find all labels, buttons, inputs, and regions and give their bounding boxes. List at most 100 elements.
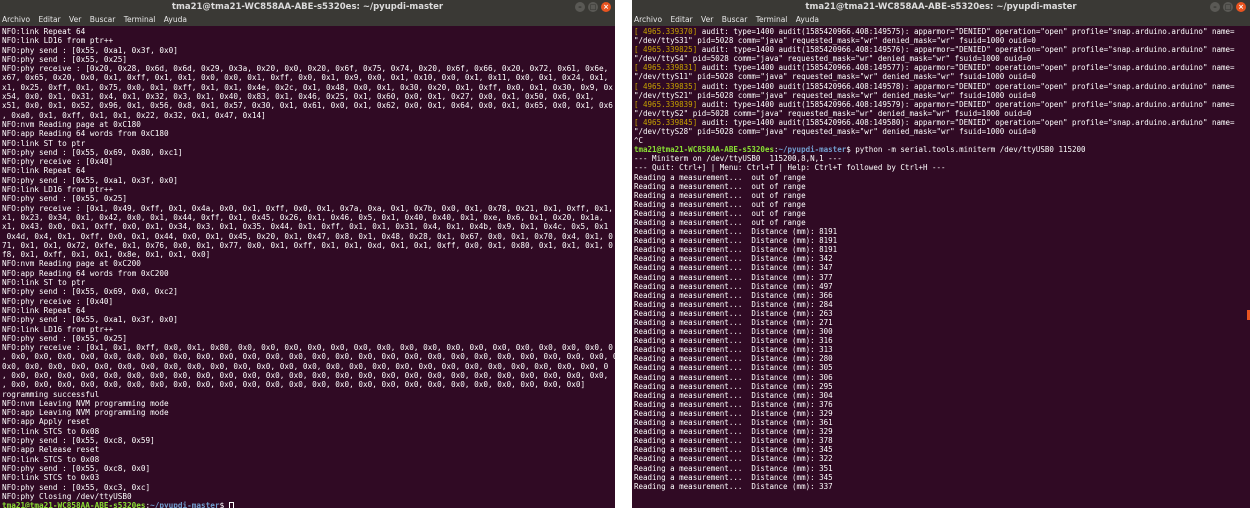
menu-ver[interactable]: Ver — [701, 15, 713, 24]
output-line: NFO:link STCS to 0x03 — [2, 473, 100, 483]
measurement-prefix: Reading a measurement... — [634, 418, 752, 428]
output-line: x1, 0x23, 0x34, 0x1, 0x42, 0x0, 0x1, 0x4… — [2, 212, 604, 222]
prompt-command: python -m serial.tools.miniterm /dev/tty… — [850, 145, 1086, 155]
measurement-prefix: Reading a measurement... — [634, 408, 752, 418]
measurement-prefix: Reading a measurement... — [634, 318, 752, 327]
close-icon[interactable]: × — [601, 2, 611, 12]
audit-text: audit: type=1400 audit(1585420966.408:14… — [697, 117, 1235, 127]
audit-text: audit: type=1400 audit(1585420966.408:14… — [697, 81, 1235, 91]
measurement-line: Reading a measurement... Distance (mm): … — [634, 318, 1250, 327]
measurement-value: Distance (mm): 306 — [751, 372, 833, 382]
measurement-prefix: Reading a measurement... — [634, 290, 752, 300]
terminal-output[interactable]: [ 4965.339370] audit: type=1400 audit(15… — [634, 27, 1250, 508]
menu-bar: Archivo Editar Ver Buscar Terminal Ayuda — [632, 14, 1250, 26]
measurement-prefix: Reading a measurement... — [634, 381, 752, 391]
maximize-icon[interactable]: □ — [588, 2, 598, 12]
menu-ver[interactable]: Ver — [69, 15, 81, 24]
measurement-value: Distance (mm): 337 — [751, 481, 833, 491]
audit-line-cont: "/dev/ttyS11" pid=5028 comm="java" reque… — [634, 72, 1036, 82]
menu-buscar[interactable]: Buscar — [722, 15, 748, 24]
measurement-prefix: Reading a measurement... — [634, 181, 752, 191]
measurement-value: Distance (mm): 304 — [751, 390, 833, 400]
measurement-line: Reading a measurement... Distance (mm): … — [634, 454, 1250, 463]
audit-line: [ 4965.339839] audit: type=1400 audit(15… — [634, 100, 1250, 109]
measurement-prefix: Reading a measurement... — [634, 399, 752, 409]
measurement-prefix: Reading a measurement... — [634, 345, 752, 355]
measurement-value: Distance (mm): 305 — [751, 363, 833, 373]
measurement-prefix: Reading a measurement... — [634, 427, 752, 437]
terminal-output[interactable]: NFO:link Repeat 64 NFO:link LD16 from ptr… — [2, 27, 615, 508]
menu-ayuda[interactable]: Ayuda — [164, 15, 187, 24]
output-line: NFO:nvm Reading page at 0xC180 — [2, 119, 141, 129]
measurement-value: Distance (mm): 284 — [751, 299, 833, 309]
output-line: NFO:nvm Reading page at 0xC200 — [2, 259, 141, 269]
minimize-icon[interactable]: – — [1210, 2, 1220, 12]
output-line: NFO:link STCS to 0x08 — [2, 426, 100, 436]
output-line: NFO:phy send : [0x55, 0xc3, 0xc] — [2, 482, 151, 492]
menu-archivo[interactable]: Archivo — [634, 15, 662, 24]
window-title: tma21@tma21-WC858AA-ABE-s5320es: ~/pyupd… — [805, 2, 1077, 12]
terminal-window-left[interactable]: tma21@tma21-WC858AA-ABE-s5320es: ~/pyupd… — [0, 0, 615, 508]
measurement-line: Reading a measurement... Distance (mm): … — [634, 309, 1250, 318]
output-line: x1, 0x25, 0xff, 0x1, 0x75, 0x0, 0x1, 0xf… — [2, 82, 613, 92]
audit-timestamp: [ 4965.339370] — [634, 27, 698, 36]
measurement-line: Reading a measurement... Distance (mm): … — [634, 464, 1250, 473]
measurement-line: Reading a measurement... Distance (mm): … — [634, 227, 1250, 236]
measurement-value: out of range — [751, 199, 806, 209]
measurement-value: Distance (mm): 8191 — [751, 245, 838, 255]
close-icon[interactable]: × — [1236, 2, 1246, 12]
audit-text: audit: type=1400 audit(1585420966.408:14… — [697, 45, 1235, 55]
measurement-line: Reading a measurement... Distance (mm): … — [634, 373, 1250, 382]
menu-archivo[interactable]: Archivo — [2, 15, 30, 24]
measurement-line: Reading a measurement... Distance (mm): … — [634, 363, 1250, 372]
audit-line-cont: "/dev/ttyS4" pid=5028 comm="java" reques… — [634, 54, 1032, 64]
menu-bar: Archivo Editar Ver Buscar Terminal Ayuda — [0, 14, 615, 26]
prompt-line: tma21@tma21-WC858AA-ABE-s5320es:~/pyupdi… — [634, 145, 1250, 154]
measurement-prefix: Reading a measurement... — [634, 390, 752, 400]
menu-ayuda[interactable]: Ayuda — [796, 15, 819, 24]
output-line: NFO:phy receive : [0x40] — [2, 157, 114, 167]
maximize-icon[interactable]: □ — [1223, 2, 1233, 12]
minimize-icon[interactable]: – — [575, 2, 585, 12]
measurement-value: Distance (mm): 345 — [751, 445, 833, 455]
window-titlebar[interactable]: tma21@tma21-WC858AA-ABE-s5320es: ~/pyupd… — [632, 0, 1250, 14]
output-line: NFO:link STCS to 0x08 — [2, 454, 100, 464]
prompt-userhost: tma21@tma21-WC858AA-ABE-s5320es — [2, 501, 146, 508]
measurement-value: Distance (mm): 322 — [751, 454, 833, 464]
measurement-value: Distance (mm): 377 — [751, 272, 833, 282]
window-controls: – □ × — [575, 2, 611, 12]
audit-line-cont: "/dev/ttyS28" pid=5028 comm="java" reque… — [634, 127, 1036, 137]
menu-buscar[interactable]: Buscar — [90, 15, 116, 24]
measurement-prefix: Reading a measurement... — [634, 245, 752, 255]
output-line: , 0x0, 0x0, 0x0, 0x0, 0x0, 0x0, 0x0, 0x0… — [2, 352, 615, 362]
output-line: NFO:link ST to ptr — [2, 278, 86, 288]
output-line: NFO:app Reading 64 words from 0xC180 — [2, 129, 169, 139]
output-line: , 0xa0, 0x1, 0xff, 0x1, 0x1, 0x22, 0x32,… — [2, 110, 266, 120]
terminal-window-right[interactable]: tma21@tma21-WC858AA-ABE-s5320es: ~/pyupd… — [632, 0, 1250, 508]
measurement-prefix: Reading a measurement... — [634, 363, 752, 373]
menu-terminal[interactable]: Terminal — [124, 15, 156, 24]
measurement-value: Distance (mm): 8191 — [751, 236, 838, 246]
measurement-prefix: Reading a measurement... — [634, 199, 752, 209]
audit-line: [ 4965.339825] audit: type=1400 audit(15… — [634, 45, 1250, 54]
audit-text: audit: type=1400 audit(1585420966.408:14… — [697, 63, 1235, 73]
menu-editar[interactable]: Editar — [38, 15, 60, 24]
measurement-prefix: Reading a measurement... — [634, 190, 752, 200]
measurement-line: Reading a measurement... Distance (mm): … — [634, 254, 1250, 263]
measurement-line: Reading a measurement... out of range — [634, 209, 1250, 218]
measurement-value: Distance (mm): 263 — [751, 308, 833, 318]
measurement-line: Reading a measurement... Distance (mm): … — [634, 300, 1250, 309]
measurement-prefix: Reading a measurement... — [634, 299, 752, 309]
menu-terminal[interactable]: Terminal — [756, 15, 788, 24]
measurement-value: Distance (mm): 497 — [751, 281, 833, 291]
output-line: x67, 0x65, 0x20, 0x0, 0x1, 0xff, 0x1, 0x… — [2, 73, 609, 83]
measurement-prefix: Reading a measurement... — [634, 327, 752, 337]
window-titlebar[interactable]: tma21@tma21-WC858AA-ABE-s5320es: ~/pyupd… — [0, 0, 615, 14]
output-line: NFO:phy send : [0x55, 0xc8, 0x0] — [2, 463, 151, 473]
menu-editar[interactable]: Editar — [670, 15, 692, 24]
measurement-value: Distance (mm): 295 — [751, 381, 833, 391]
measurement-line: Reading a measurement... Distance (mm): … — [634, 291, 1250, 300]
measurement-line: Reading a measurement... Distance (mm): … — [634, 391, 1250, 400]
output-line: 71, 0x1, 0x1, 0x72, 0xfe, 0x1, 0x76, 0x0… — [2, 240, 613, 250]
output-line: NFO:phy send : [0x55, 0x69, 0x80, 0xc1] — [2, 147, 183, 157]
